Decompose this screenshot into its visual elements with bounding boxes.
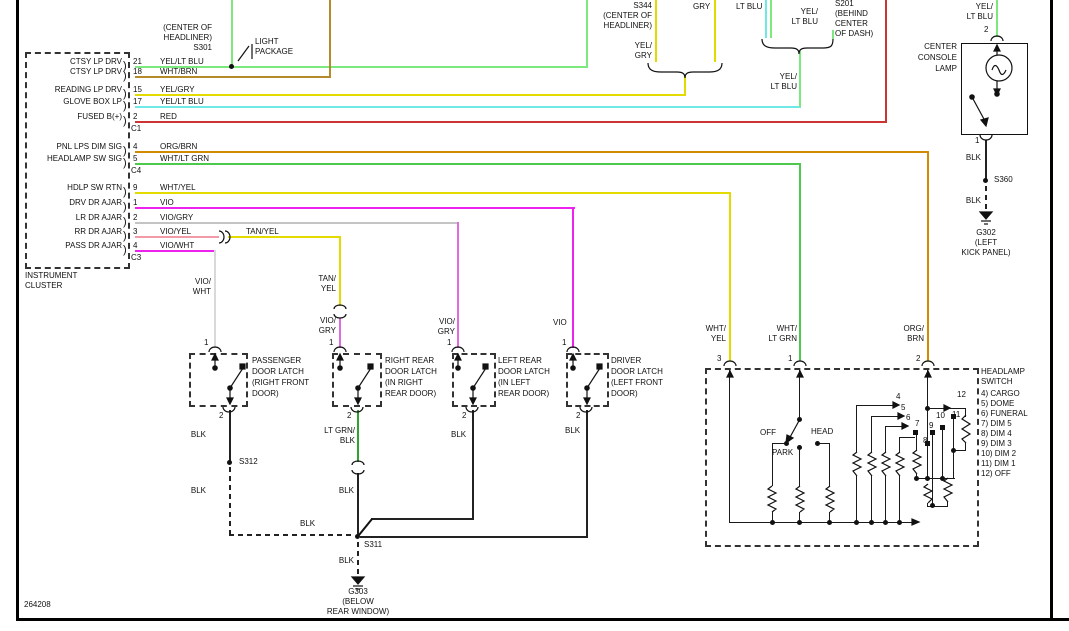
brace-s344 [648, 63, 722, 78]
ground-g302-icon [980, 212, 992, 224]
inline-connector-icon [334, 305, 346, 318]
inline-connector-icon [219, 231, 230, 243]
console-lamp-glyphs [970, 45, 1012, 126]
light-package-arrows [238, 44, 252, 61]
ground-g303-icon [352, 577, 364, 589]
s311-diagonal [359, 519, 372, 535]
brace-s201 [762, 30, 833, 54]
diagram-glyphs [0, 0, 1069, 631]
headlamp-switch-glyphs [727, 371, 970, 525]
latch-switch-glyphs [212, 354, 602, 404]
wiring-diagram-page: 264208 INSTRUMENT CLUSTER CTSY LP DRV CT… [0, 0, 1069, 631]
pin-arcs [209, 36, 1003, 412]
inline-connector-icon [352, 461, 364, 474]
